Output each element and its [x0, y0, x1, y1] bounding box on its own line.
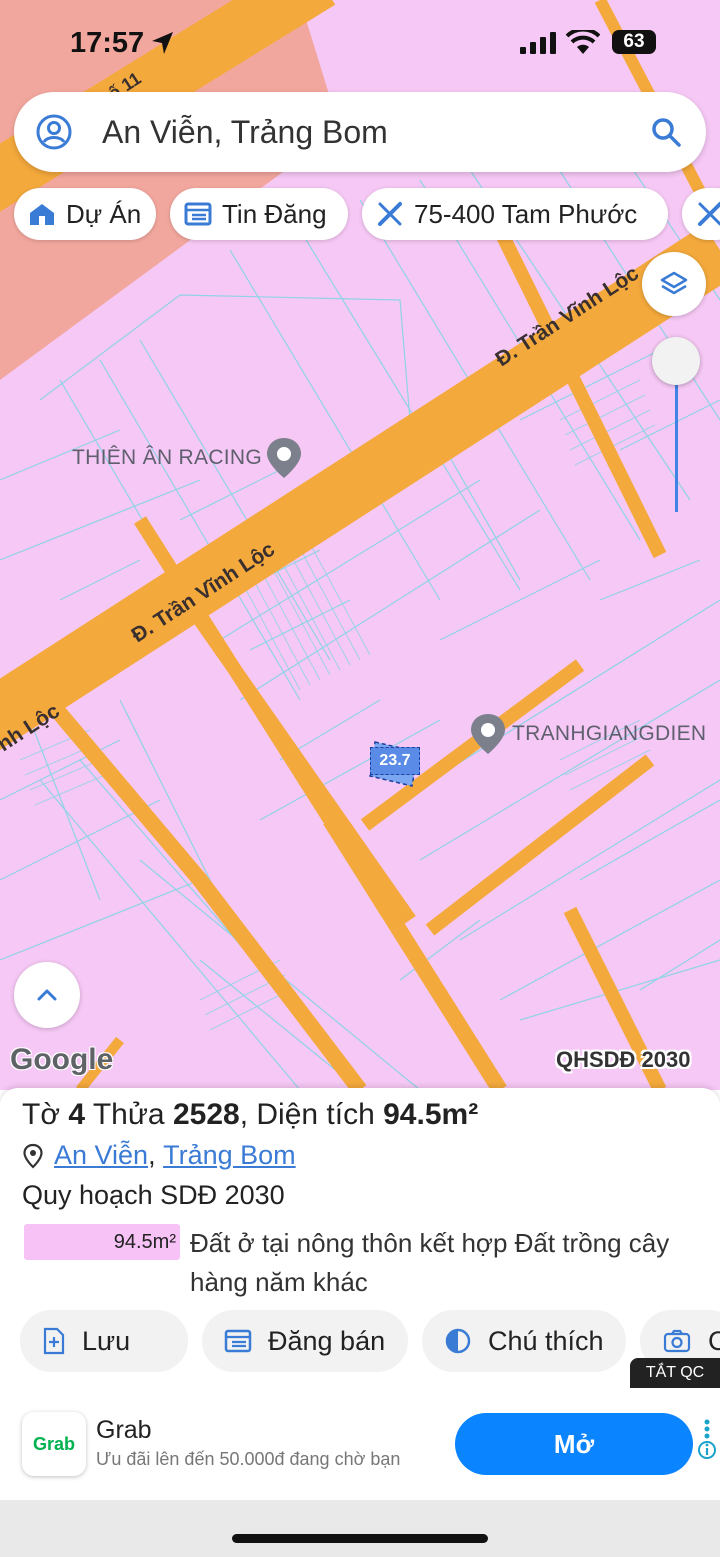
chip-tam-phuoc[interactable]: 75-400 Tam Phước — [362, 188, 668, 240]
chip-du-an[interactable]: Dự Án — [14, 188, 156, 240]
sheet-number: 4 — [68, 1098, 86, 1131]
ad-open-button[interactable]: Mở — [455, 1413, 693, 1475]
house-icon — [30, 204, 54, 225]
status-bar: 17:57 63 — [0, 0, 720, 86]
wifi-icon — [566, 30, 600, 54]
area-label: Diện tích — [256, 1098, 375, 1131]
ward-link[interactable]: An Viễn — [54, 1140, 148, 1171]
add-document-icon — [43, 1327, 65, 1355]
action-label: Chú thích — [488, 1325, 604, 1356]
ad-info-icon[interactable] — [697, 1418, 717, 1460]
opacity-slider-handle[interactable] — [652, 337, 700, 385]
bottom-safe-area — [0, 1500, 720, 1557]
lot-number: 2528 — [172, 1098, 240, 1131]
search-icon[interactable] — [650, 116, 682, 148]
save-button[interactable]: Lưu — [20, 1310, 188, 1372]
parcel-measurement-label: 23.7 — [370, 747, 420, 775]
listing-icon — [224, 1329, 252, 1353]
ad-title[interactable]: Grab — [96, 1416, 152, 1445]
location-pin-icon — [23, 1143, 43, 1169]
camera-icon — [663, 1329, 691, 1353]
layers-icon — [660, 271, 688, 295]
expand-sheet-button[interactable] — [14, 962, 80, 1028]
search-input[interactable]: An Viễn, Trảng Bom — [102, 114, 388, 151]
chevron-up-icon — [37, 989, 57, 1001]
parcel-title: Tờ 4 Thửa 2528, Diện tích 94.5m² — [22, 1098, 479, 1131]
ruler-icon — [698, 202, 720, 226]
land-use-description: Đất ở tại nông thôn kết hợp Đất trồng câ… — [190, 1228, 670, 1297]
layers-button[interactable] — [642, 252, 706, 316]
contrast-icon — [445, 1328, 471, 1354]
user-account-icon[interactable] — [36, 114, 72, 150]
chip-label: 75-400 Tam Phước — [414, 198, 638, 229]
action-label: Lưu — [82, 1325, 131, 1356]
plan-layer-label: QHSDĐ 2030 — [556, 1047, 691, 1072]
chip-label: Tin Đăng — [222, 198, 327, 229]
ad-description: Ưu đãi lên đến 50.000đ đang chờ bạn — [96, 1449, 401, 1469]
ruler-icon — [378, 202, 402, 226]
cellular-signal-icon — [520, 32, 556, 54]
chip-label: Dự Án — [66, 198, 142, 229]
map-pin-icon — [267, 438, 302, 478]
post-for-sale-button[interactable]: Đăng bán — [202, 1310, 408, 1372]
grab-logo[interactable]: Grab — [22, 1412, 86, 1476]
chip-tin-dang[interactable]: Tin Đăng — [170, 188, 348, 240]
area-value: 94.5m² — [383, 1098, 479, 1131]
home-indicator[interactable] — [232, 1534, 488, 1543]
poi-label: TRANHGIANGDIEN — [512, 722, 707, 745]
poi-label: THIÊN ÂN RACING — [72, 446, 263, 469]
legend-button[interactable]: Chú thích — [422, 1310, 626, 1372]
sheet-label: Tờ — [22, 1098, 60, 1131]
district-link[interactable]: Trảng Bom — [163, 1140, 296, 1171]
poi-tranhgiangdien[interactable]: TRANHGIANGDIEN — [468, 712, 706, 756]
parcel-address: An Viễn, Trảng Bom — [22, 1140, 296, 1171]
google-attribution: Google — [10, 1043, 114, 1076]
plan-title: Quy hoạch SDĐ 2030 — [22, 1180, 285, 1210]
action-label: Đăng bán — [268, 1325, 386, 1356]
lot-label: Thửa — [92, 1098, 165, 1131]
poi-thien-an-racing[interactable]: THIÊN ÂN RACING — [72, 436, 304, 480]
search-bar[interactable]: An Viễn, Trảng Bom — [14, 92, 706, 172]
listing-icon — [184, 202, 212, 226]
status-time: 17:57 — [70, 27, 145, 59]
battery-indicator: 63 — [612, 30, 656, 54]
location-arrow-icon — [152, 32, 173, 54]
map-pin-icon — [471, 714, 505, 754]
ad-close-button[interactable]: TẮT QC — [630, 1358, 720, 1388]
action-label: C — [708, 1325, 720, 1356]
land-use-swatch: 94.5m² — [24, 1224, 180, 1260]
